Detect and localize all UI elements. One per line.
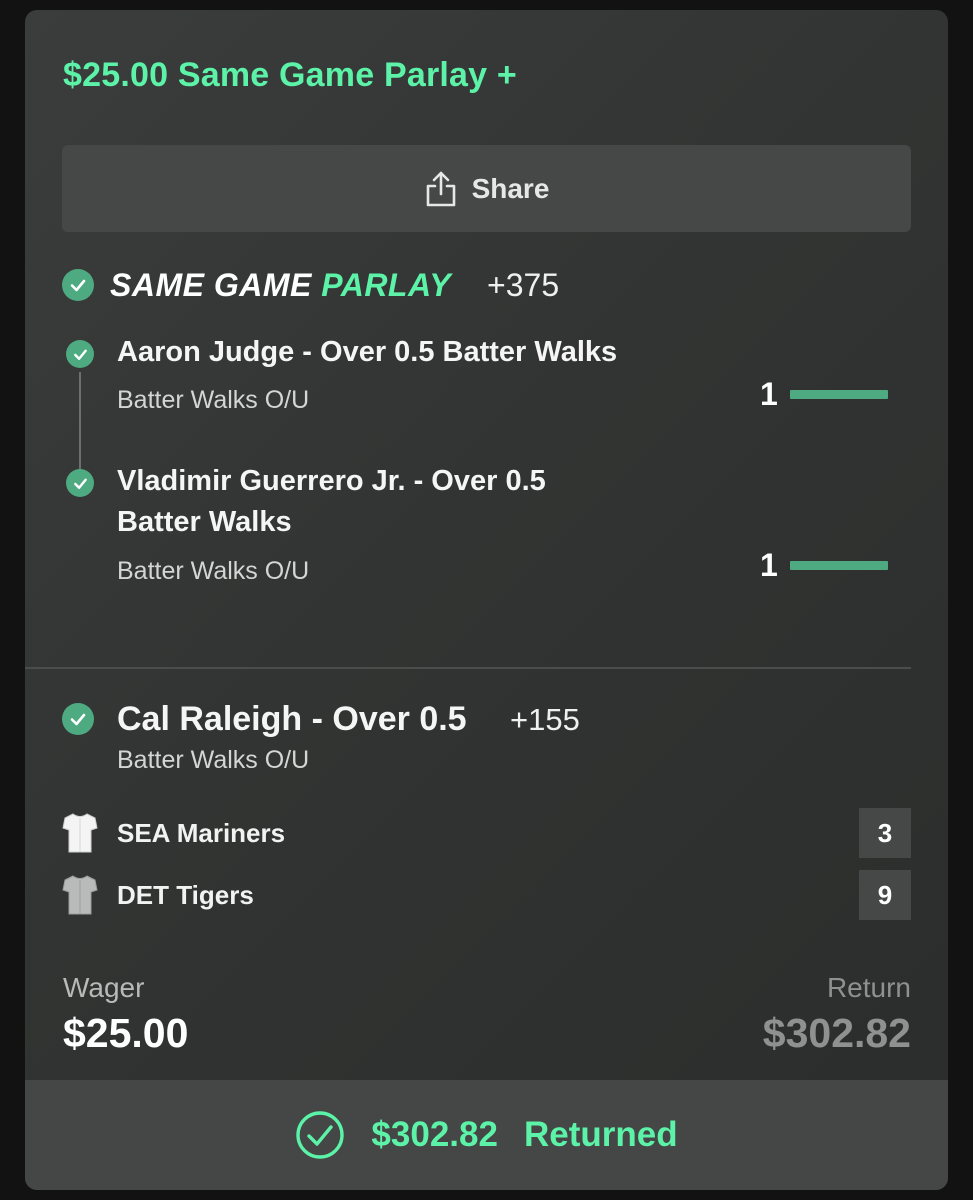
single-bet-market: Batter Walks O/U xyxy=(117,746,310,774)
leg-title: Aaron Judge - Over 0.5 Batter Walks xyxy=(117,336,618,368)
leg-result-bar xyxy=(789,390,888,399)
check-icon xyxy=(62,269,94,301)
team-name: SEA Mariners xyxy=(117,817,286,848)
team-score: 3 xyxy=(859,808,911,858)
leg-result-bar xyxy=(789,561,888,570)
gray-jersey-icon xyxy=(62,875,98,915)
sgp-label-accent: PARLAY xyxy=(321,266,452,303)
leg-title-line2: Batter Walks xyxy=(117,506,292,538)
team-row: DET Tigers 9 xyxy=(62,870,911,920)
team-name: DET Tigers xyxy=(117,879,254,910)
share-icon xyxy=(426,171,455,206)
sgp-header: SAME GAME PARLAY +375 xyxy=(62,265,559,305)
team-row: SEA Mariners 3 xyxy=(62,808,911,858)
section-divider xyxy=(25,667,911,669)
check-icon xyxy=(62,703,94,735)
leg-title-line1: Vladimir Guerrero Jr. - Over 0.5 xyxy=(117,465,546,497)
wager-label: Wager xyxy=(63,972,145,1003)
leg-market: Batter Walks O/U xyxy=(117,557,310,585)
leg-result-value: 1 xyxy=(760,547,778,583)
sgp-label: SAME GAME PARLAY xyxy=(110,267,451,304)
check-circle-icon xyxy=(296,1111,345,1159)
check-icon xyxy=(66,340,94,368)
leg-result: 1 xyxy=(760,376,888,413)
bet-card: $25.00 Same Game Parlay + Share SAME GAM… xyxy=(25,10,948,1190)
leg-connector xyxy=(79,372,81,484)
team-score: 9 xyxy=(859,870,911,920)
single-bet-title: Cal Raleigh - Over 0.5 xyxy=(117,700,467,738)
bet-title[interactable]: $25.00 Same Game Parlay + xyxy=(63,56,517,95)
white-jersey-icon xyxy=(62,813,98,853)
sgp-label-prefix: SAME GAME xyxy=(110,266,312,303)
share-button[interactable]: Share xyxy=(62,145,911,232)
leg-market: Batter Walks O/U xyxy=(117,386,310,414)
share-label: Share xyxy=(471,172,550,204)
single-bet-odds: +155 xyxy=(510,702,580,737)
leg-result: 1 xyxy=(760,547,888,584)
wager-value: $25.00 xyxy=(63,1010,189,1056)
sgp-odds: +375 xyxy=(487,266,560,303)
returned-status: Returned xyxy=(523,1115,678,1154)
return-value: $302.82 xyxy=(762,1010,911,1056)
check-icon xyxy=(66,469,94,497)
returned-banner: $302.82 Returned xyxy=(25,1080,948,1190)
returned-amount: $302.82 xyxy=(371,1115,498,1154)
leg-result-value: 1 xyxy=(760,376,778,412)
return-label: Return xyxy=(826,972,911,1003)
